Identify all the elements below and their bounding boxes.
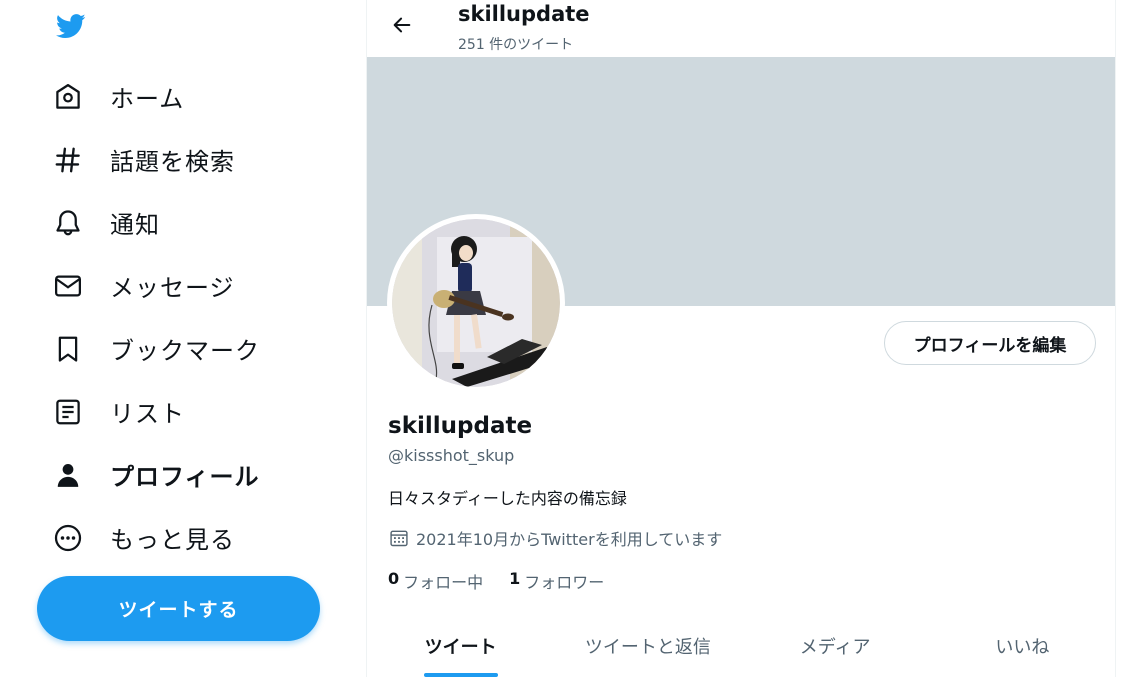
nav-item-bookmarks[interactable]: ブックマーク bbox=[40, 317, 340, 380]
nav-item-more[interactable]: もっと見る bbox=[40, 506, 340, 569]
person-icon bbox=[52, 459, 84, 491]
profile-column: skillupdate 251 件のツイート プロフィールを編集 skillup… bbox=[366, 0, 1116, 677]
profile-header: skillupdate 251 件のツイート bbox=[367, 0, 1115, 57]
calendar-icon bbox=[388, 527, 410, 549]
tab-label: ツイートと返信 bbox=[584, 637, 711, 658]
hashtag-icon bbox=[52, 144, 84, 176]
followers-link[interactable]: 1 フォロワー bbox=[509, 569, 604, 593]
tab-likes[interactable]: いいね bbox=[929, 616, 1115, 677]
more-circle-icon bbox=[52, 522, 84, 554]
tab-tweets-and-replies[interactable]: ツイートと返信 bbox=[554, 616, 741, 677]
twitter-bird-icon[interactable] bbox=[52, 8, 90, 44]
follow-stats: 0 フォロー中 1 フォロワー bbox=[388, 569, 630, 593]
list-icon bbox=[52, 396, 84, 428]
nav-label: 通知 bbox=[110, 211, 160, 239]
followers-label: フォロワー bbox=[524, 573, 605, 592]
following-count: 0 bbox=[388, 569, 400, 588]
nav-label: メッセージ bbox=[110, 274, 235, 302]
envelope-icon bbox=[52, 270, 84, 302]
nav-label: リスト bbox=[110, 400, 185, 428]
tab-label: ツイート bbox=[424, 637, 497, 658]
nav-item-lists[interactable]: リスト bbox=[40, 380, 340, 443]
active-tab-indicator bbox=[423, 673, 498, 677]
home-icon bbox=[52, 81, 84, 113]
profile-tabs: ツイート ツイートと返信 メディア いいね bbox=[367, 616, 1115, 677]
followers-count: 1 bbox=[509, 569, 521, 588]
header-title: skillupdate bbox=[458, 2, 590, 26]
tab-label: メディア bbox=[799, 637, 871, 658]
tweet-button[interactable]: ツイートする bbox=[37, 576, 320, 641]
following-label: フォロー中 bbox=[403, 573, 484, 592]
nav-label: 話題を検索 bbox=[110, 148, 235, 176]
edit-profile-button[interactable]: プロフィールを編集 bbox=[884, 321, 1096, 365]
nav-item-profile[interactable]: プロフィール bbox=[40, 443, 340, 506]
following-link[interactable]: 0 フォロー中 bbox=[388, 569, 483, 593]
bookmark-icon bbox=[52, 333, 84, 365]
join-date: 2021年10月からTwitterを利用しています bbox=[388, 526, 722, 550]
sidebar: ホーム 話題を検索 通知 メッセージ ブックマーク リスト プロフィール もっと… bbox=[0, 0, 366, 677]
nav-item-explore[interactable]: 話題を検索 bbox=[40, 128, 340, 191]
tab-tweets[interactable]: ツイート bbox=[367, 616, 554, 677]
tab-media[interactable]: メディア bbox=[742, 616, 929, 677]
nav-item-home[interactable]: ホーム bbox=[40, 65, 340, 128]
avatar[interactable] bbox=[387, 214, 565, 392]
profile-handle: @kissshot_skup bbox=[388, 446, 515, 465]
tab-label: いいね bbox=[995, 637, 1050, 658]
nav-label: プロフィール bbox=[110, 463, 260, 491]
nav-item-messages[interactable]: メッセージ bbox=[40, 254, 340, 317]
bell-icon bbox=[52, 207, 84, 239]
tweet-count: 251 件のツイート bbox=[458, 37, 574, 53]
arrow-left-icon bbox=[391, 14, 413, 40]
main-navigation: ホーム 話題を検索 通知 メッセージ ブックマーク リスト プロフィール もっと… bbox=[40, 65, 340, 569]
nav-label: ホーム bbox=[110, 85, 185, 113]
nav-label: ブックマーク bbox=[110, 337, 260, 365]
nav-item-notifications[interactable]: 通知 bbox=[40, 191, 340, 254]
profile-name: skillupdate bbox=[388, 413, 533, 439]
profile-bio: 日々スタディーした内容の備忘録 bbox=[388, 489, 627, 508]
back-button[interactable] bbox=[385, 10, 419, 44]
join-date-text: 2021年10月からTwitterを利用しています bbox=[416, 530, 723, 549]
nav-label: もっと見る bbox=[110, 526, 235, 554]
